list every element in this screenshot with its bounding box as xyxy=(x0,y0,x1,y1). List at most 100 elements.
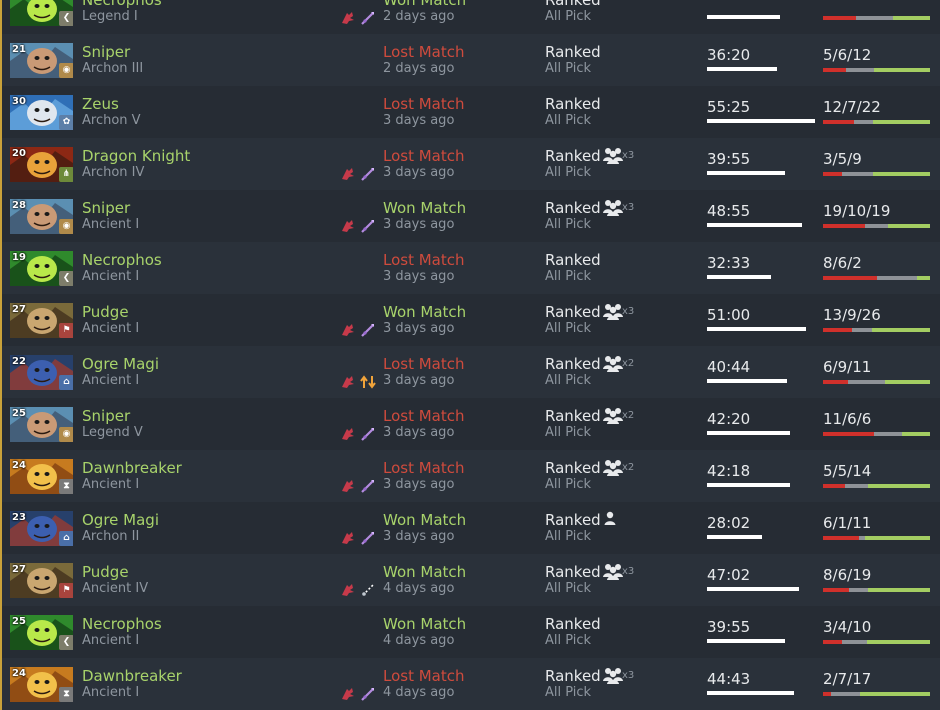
hero-portrait[interactable]: 24 ⧗ xyxy=(10,459,73,494)
kills-segment xyxy=(823,692,832,696)
kda-text: 3/5/9 xyxy=(823,150,862,168)
match-row[interactable]: 24 ⧗ Dawnbreaker Ancient I Lost Match 4 days … xyxy=(0,658,940,710)
hero-level: 27 xyxy=(12,564,26,575)
hero-portrait[interactable]: 25 ◉ xyxy=(10,407,73,442)
kills-segment xyxy=(823,640,842,644)
kda-bar xyxy=(823,172,930,176)
match-result[interactable]: Lost Match xyxy=(383,355,465,373)
match-result[interactable]: Lost Match xyxy=(383,147,465,165)
role-icon: ⌂ xyxy=(59,531,73,546)
match-result[interactable]: Lost Match xyxy=(383,667,465,685)
match-result[interactable]: Lost Match xyxy=(383,251,465,269)
hero-portrait[interactable]: 21 ◉ xyxy=(10,43,73,78)
assists-segment xyxy=(872,120,930,124)
match-duration: 36:20 xyxy=(707,46,751,64)
match-result[interactable]: Lost Match xyxy=(383,43,465,61)
assists-segment xyxy=(884,380,930,384)
game-mode: All Pick xyxy=(545,529,592,544)
match-time: 4 days ago xyxy=(383,581,455,596)
match-row[interactable]: 22 ⌂ Ogre Magi Ancient I Lost Match 3 days ag… xyxy=(0,346,940,398)
party-icon: x2 xyxy=(602,354,638,372)
match-row[interactable]: 27 ⚑ Pudge Ancient IV Won Match 4 days ago Ran… xyxy=(0,554,940,606)
role-icon: ⚑ xyxy=(59,323,73,338)
match-result[interactable]: Lost Match xyxy=(383,459,465,477)
duration-bar xyxy=(707,275,771,279)
kda-bar xyxy=(823,588,930,592)
role-icon: ❮ xyxy=(59,11,73,26)
match-duration: 39:55 xyxy=(707,150,751,168)
hero-level: 24 xyxy=(12,668,26,679)
match-result[interactable]: Lost Match xyxy=(383,407,465,425)
claw-item-icon xyxy=(340,374,356,394)
kda-bar xyxy=(823,536,930,540)
rank-label: Legend V xyxy=(82,425,143,440)
party-count: x3 xyxy=(622,150,635,161)
match-row[interactable]: 27 ⚑ Pudge Ancient I Won Match 3 days ago Rank… xyxy=(0,294,940,346)
match-row[interactable]: 25 ◉ Sniper Legend V Lost Match 3 days ago Ran… xyxy=(0,398,940,450)
hero-name[interactable]: Zeus xyxy=(82,95,119,113)
match-result[interactable]: Won Match xyxy=(383,199,466,217)
hero-portrait[interactable]: 30 ✿ xyxy=(10,95,73,130)
match-time: 2 days ago xyxy=(383,9,455,24)
match-result[interactable]: Won Match xyxy=(383,563,466,581)
duration-bar xyxy=(707,223,802,227)
match-time: 3 days ago xyxy=(383,113,455,128)
party-icon: x3 xyxy=(602,198,638,216)
hero-name[interactable]: Ogre Magi xyxy=(82,511,159,529)
match-row[interactable]: 19 ❮ Necrophos Ancient I Lost Match 3 days ag… xyxy=(0,242,940,294)
party-icon xyxy=(602,510,638,528)
match-time: 3 days ago xyxy=(383,373,455,388)
rank-label: Legend I xyxy=(82,9,138,24)
hero-portrait[interactable]: 28 ◉ xyxy=(10,199,73,234)
match-result[interactable]: Won Match xyxy=(383,303,466,321)
kda-bar xyxy=(823,640,930,644)
hero-name[interactable]: Ogre Magi xyxy=(82,355,159,373)
match-result[interactable]: Lost Match xyxy=(383,95,465,113)
hero-portrait[interactable]: 27 ⚑ xyxy=(10,303,73,338)
rank-label: Ancient I xyxy=(82,321,140,336)
hero-name[interactable]: Sniper xyxy=(82,407,130,425)
hero-name[interactable]: Pudge xyxy=(82,563,129,581)
hero-portrait[interactable]: 23 ⌂ xyxy=(10,511,73,546)
hero-name[interactable]: Dawnbreaker xyxy=(82,459,182,477)
match-time: 4 days ago xyxy=(383,633,455,648)
match-result[interactable]: Won Match xyxy=(383,0,466,9)
role-icon: ◉ xyxy=(59,63,73,78)
hero-name[interactable]: Pudge xyxy=(82,303,129,321)
match-time: 3 days ago xyxy=(383,529,455,544)
hero-name[interactable]: Dawnbreaker xyxy=(82,667,182,685)
hero-portrait[interactable]: 27 ⚑ xyxy=(10,563,73,598)
hero-portrait[interactable]: 25 ❮ xyxy=(10,615,73,650)
match-row[interactable]: 30 ✿ Zeus Archon V Lost Match 3 days ago Ranke… xyxy=(0,86,940,138)
deaths-segment xyxy=(865,224,888,228)
lance-item-icon xyxy=(360,218,376,238)
match-row[interactable]: 20 ⋔ Dragon Knight Archon IV Lost Match 3 day… xyxy=(0,138,940,190)
hero-portrait[interactable]: 24 ⧗ xyxy=(10,667,73,702)
hero-name[interactable]: Dragon Knight xyxy=(82,147,190,165)
rank-label: Ancient I xyxy=(82,373,140,388)
match-row[interactable]: 24 ⧗ Dawnbreaker Ancient I Lost Match 3 days … xyxy=(0,450,940,502)
match-row[interactable]: 28 ◉ Sniper Ancient I Won Match 3 days ago Ran… xyxy=(0,190,940,242)
match-result[interactable]: Won Match xyxy=(383,615,466,633)
hero-portrait[interactable]: 19 ❮ xyxy=(10,251,73,286)
hero-name[interactable]: Sniper xyxy=(82,199,130,217)
hero-name[interactable]: Necrophos xyxy=(82,251,162,269)
claw-item-icon xyxy=(340,166,356,186)
lobby-type: Ranked xyxy=(545,95,601,113)
items-icons xyxy=(340,322,380,338)
hero-name[interactable]: Necrophos xyxy=(82,0,162,9)
match-row[interactable]: ❮ Necrophos Legend I Won Match 2 days ago Ran… xyxy=(0,0,940,34)
hero-portrait[interactable]: ❮ xyxy=(10,0,73,26)
match-row[interactable]: 23 ⌂ Ogre Magi Archon II Won Match 3 days ago… xyxy=(0,502,940,554)
kda-text: 6/9/11 xyxy=(823,358,872,376)
match-row[interactable]: 21 ◉ Sniper Archon III Lost Match 2 days ago R… xyxy=(0,34,940,86)
match-result[interactable]: Won Match xyxy=(383,511,466,529)
hero-name[interactable]: Sniper xyxy=(82,43,130,61)
hero-portrait[interactable]: 22 ⌂ xyxy=(10,355,73,390)
match-time: 3 days ago xyxy=(383,165,455,180)
match-row[interactable]: 25 ❮ Necrophos Ancient I Won Match 4 days ago… xyxy=(0,606,940,658)
hero-name[interactable]: Necrophos xyxy=(82,615,162,633)
hero-portrait[interactable]: 20 ⋔ xyxy=(10,147,73,182)
assists-segment xyxy=(867,484,930,488)
items-icons xyxy=(340,426,380,442)
